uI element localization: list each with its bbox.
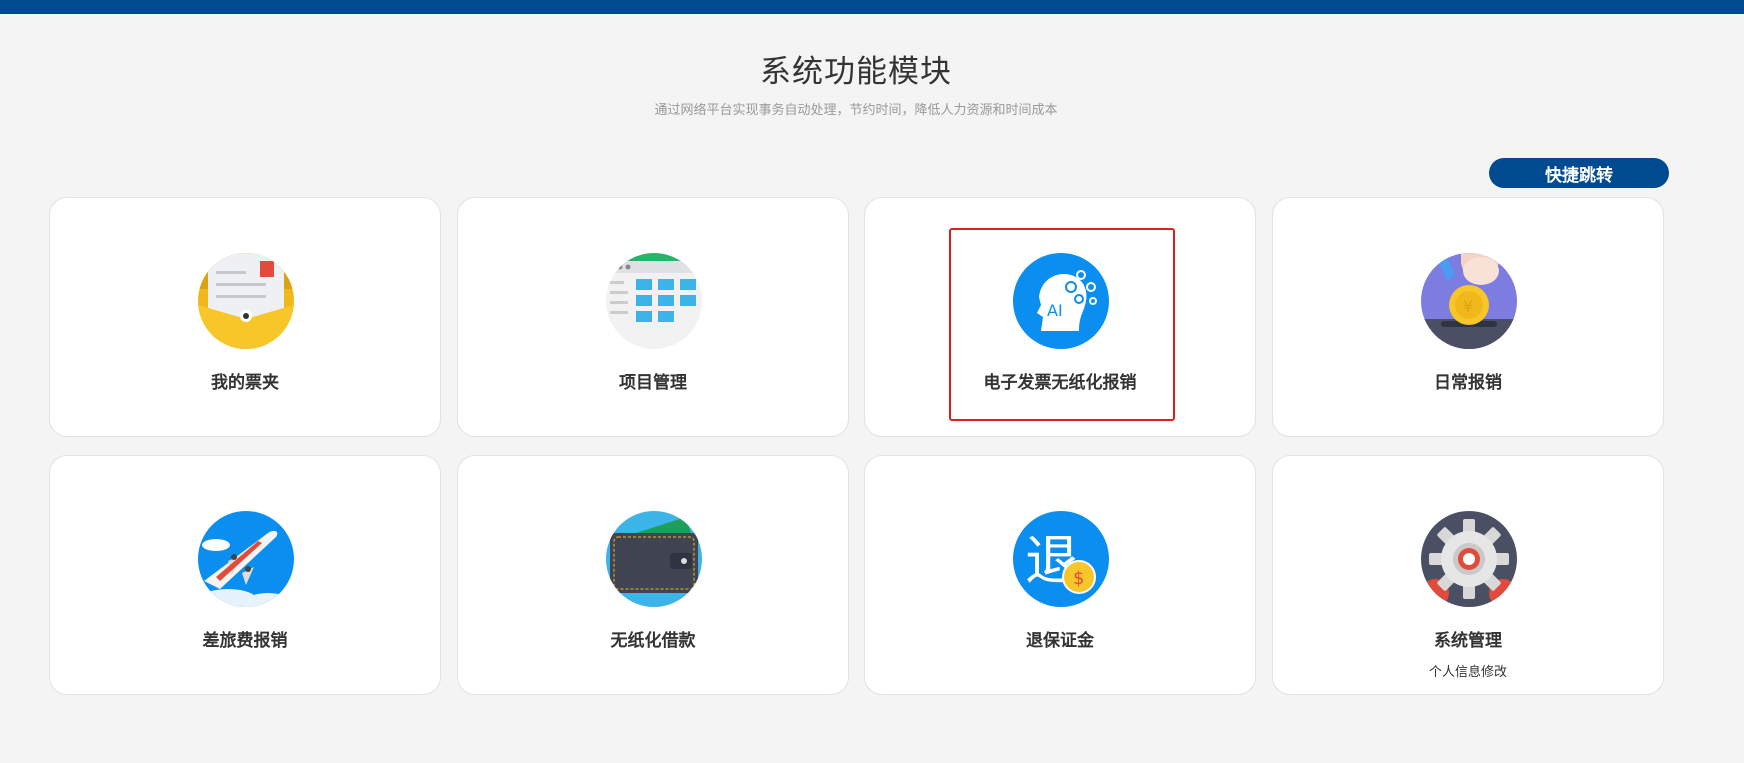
module-label: 退保证金 bbox=[1026, 631, 1094, 651]
svg-text:¥: ¥ bbox=[1463, 297, 1473, 316]
module-card-e-invoice-reimbursement[interactable]: AI 电子发票无纸化报销 bbox=[864, 197, 1256, 437]
quick-jump-button[interactable]: 快捷跳转 bbox=[1489, 158, 1669, 188]
refund-deposit-icon: 退 $ bbox=[1013, 511, 1109, 607]
page-subtitle: 通过网络平台实现事务自动处理，节约时间，降低人力资源和时间成本 bbox=[654, 103, 1058, 118]
page-title: 系统功能模块 bbox=[760, 54, 952, 90]
airplane-icon bbox=[198, 511, 294, 607]
personal-info-edit-link[interactable]: 个人信息修改 bbox=[1273, 661, 1663, 680]
module-label: 项目管理 bbox=[619, 373, 687, 393]
top-bar bbox=[0, 0, 1744, 14]
module-card-my-invoices[interactable]: 我的票夹 bbox=[49, 197, 441, 437]
module-label: 日常报销 bbox=[1434, 373, 1502, 393]
wallet-icon bbox=[606, 511, 702, 607]
svg-text:$: $ bbox=[1073, 568, 1084, 589]
invoice-folder-icon bbox=[198, 253, 294, 349]
module-card-deposit-refund[interactable]: 退 $ 退保证金 bbox=[864, 455, 1256, 695]
module-card-project-management[interactable]: 项目管理 bbox=[457, 197, 849, 437]
gear-icon bbox=[1421, 511, 1517, 607]
module-card-paperless-loan[interactable]: 无纸化借款 bbox=[457, 455, 849, 695]
coin-hand-icon: ¥ bbox=[1421, 253, 1517, 349]
module-label: 电子发票无纸化报销 bbox=[983, 373, 1137, 393]
module-label: 差旅费报销 bbox=[202, 631, 288, 651]
module-label: 我的票夹 bbox=[211, 373, 279, 393]
ai-head-icon: AI bbox=[1013, 253, 1109, 349]
module-card-daily-reimbursement[interactable]: ¥ 日常报销 bbox=[1272, 197, 1664, 437]
module-card-system-management[interactable]: 系统管理 个人信息修改 bbox=[1272, 455, 1664, 695]
module-label: 系统管理 bbox=[1434, 631, 1502, 651]
svg-text:AI: AI bbox=[1047, 301, 1063, 320]
module-card-travel-reimbursement[interactable]: 差旅费报销 bbox=[49, 455, 441, 695]
project-calendar-icon bbox=[606, 253, 702, 349]
module-label: 无纸化借款 bbox=[610, 631, 696, 651]
